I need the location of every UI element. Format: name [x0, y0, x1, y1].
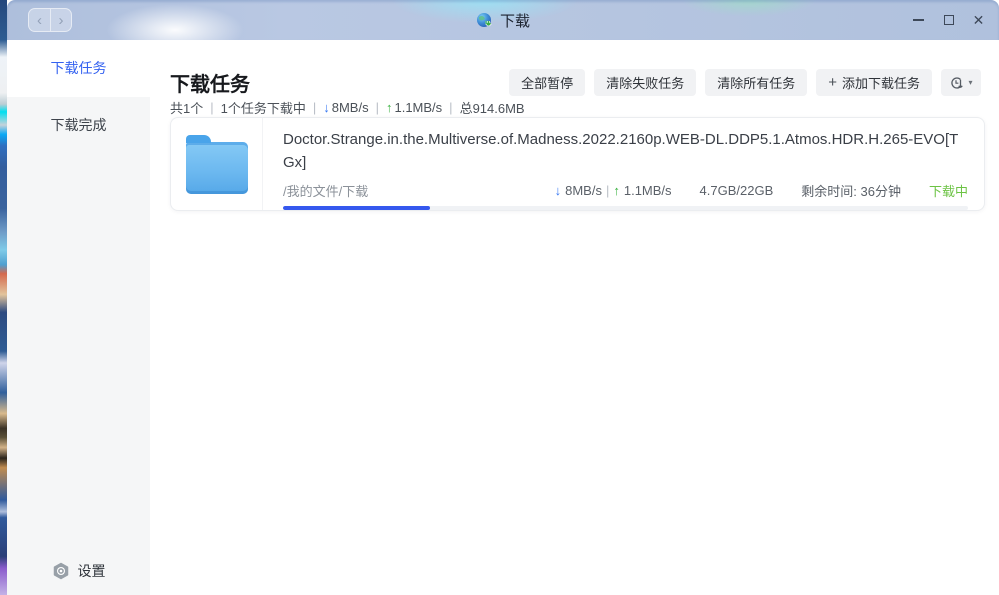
clear-failed-button[interactable]: 清除失败任务 [594, 69, 696, 96]
down-arrow-icon: ↓ [555, 183, 562, 198]
minimize-button[interactable] [912, 14, 925, 27]
task-count: 共1个 [170, 98, 203, 117]
maximize-icon [944, 15, 954, 25]
sidebar: 下载任务 下载完成 设置 [7, 40, 150, 595]
desktop-wallpaper-strip [0, 0, 7, 595]
close-button[interactable]: ✕ [972, 14, 985, 27]
window-title: 下载 [500, 10, 530, 31]
clear-all-button[interactable]: 清除所有任务 [705, 69, 807, 96]
gear-icon [52, 562, 70, 580]
folder-icon [186, 142, 248, 194]
downloading-count: 1个任务下载中 [221, 98, 306, 117]
up-arrow-icon: ↑ [613, 183, 620, 198]
task-status-badge: 下载中 [929, 181, 968, 200]
main-content: 下载任务 共1个 | 1个任务下载中 | ↓ 8MB/s | ↑ 1.1MB/s… [150, 40, 999, 595]
separator: | [606, 183, 609, 198]
progress-fill [283, 206, 430, 210]
progress-bar [283, 206, 968, 210]
separator: | [313, 100, 316, 115]
maximize-button[interactable] [942, 14, 955, 27]
sidebar-item-label: 下载任务 [51, 60, 107, 76]
task-down-speed: 8MB/s [565, 183, 602, 198]
task-save-path: /我的文件/下载 [283, 181, 555, 200]
plus-icon: + [828, 74, 837, 91]
sidebar-item-download-tasks[interactable]: 下载任务 [7, 40, 150, 97]
task-size: 4.7GB/22GB [700, 183, 774, 198]
window-title-group: 下载 [7, 0, 999, 40]
pause-all-label: 全部暂停 [521, 73, 573, 92]
minimize-icon [913, 19, 924, 21]
separator: | [449, 100, 452, 115]
task-stats: ↓ 8MB/s | ↑ 1.1MB/s 4.7GB/22GB 剩余时间: 36分… [555, 181, 968, 200]
task-body: Doctor.Strange.in.the.Multiverse.of.Madn… [263, 118, 984, 210]
up-arrow-icon: ↑ [386, 100, 393, 115]
download-task-card[interactable]: Doctor.Strange.in.the.Multiverse.of.Madn… [170, 117, 985, 211]
add-task-button[interactable]: + 添加下载任务 [816, 69, 932, 96]
task-remaining: 剩余时间: 36分钟 [801, 181, 901, 200]
separator: | [376, 100, 379, 115]
pause-all-button[interactable]: 全部暂停 [509, 69, 585, 96]
task-info-row: /我的文件/下载 ↓ 8MB/s | ↑ 1.1MB/s 4.7GB/22GB … [283, 181, 968, 200]
task-up-speed: 1.1MB/s [624, 183, 672, 198]
caret-down-icon: ▾ [968, 78, 972, 87]
remaining-value: 36分钟 [861, 184, 901, 199]
global-up-speed: ↑ 1.1MB/s [386, 100, 442, 115]
separator: | [210, 100, 213, 115]
task-speed: ↓ 8MB/s | ↑ 1.1MB/s [555, 183, 672, 198]
remaining-label: 剩余时间: [801, 184, 857, 199]
down-speed-value: 8MB/s [332, 100, 369, 115]
sort-by-time-icon [949, 75, 965, 91]
close-icon: ✕ [973, 13, 985, 27]
up-speed-value: 1.1MB/s [394, 100, 442, 115]
sort-order-button[interactable]: ▾ [941, 69, 981, 96]
global-down-speed: ↓ 8MB/s [323, 100, 368, 115]
add-task-label: 添加下载任务 [842, 73, 920, 92]
clear-all-label: 清除所有任务 [717, 73, 795, 92]
sidebar-item-settings[interactable]: 设置 [7, 559, 150, 583]
sidebar-item-label: 下载完成 [51, 117, 107, 133]
titlebar[interactable]: ‹ › 下载 ✕ [7, 0, 999, 40]
down-arrow-icon: ↓ [323, 100, 330, 115]
app-globe-icon [476, 12, 493, 29]
sidebar-item-download-complete[interactable]: 下载完成 [7, 97, 150, 154]
summary-stats: 共1个 | 1个任务下载中 | ↓ 8MB/s | ↑ 1.1MB/s | 总9… [170, 98, 525, 117]
toolbar: 全部暂停 清除失败任务 清除所有任务 + 添加下载任务 ▾ [509, 69, 981, 96]
clear-failed-label: 清除失败任务 [606, 73, 684, 92]
task-filename: Doctor.Strange.in.the.Multiverse.of.Madn… [283, 128, 968, 174]
window-controls: ✕ [912, 0, 985, 40]
page-title: 下载任务 [170, 68, 250, 97]
settings-label: 设置 [78, 561, 106, 581]
task-icon-zone [171, 118, 263, 210]
total-size: 总914.6MB [460, 98, 525, 117]
